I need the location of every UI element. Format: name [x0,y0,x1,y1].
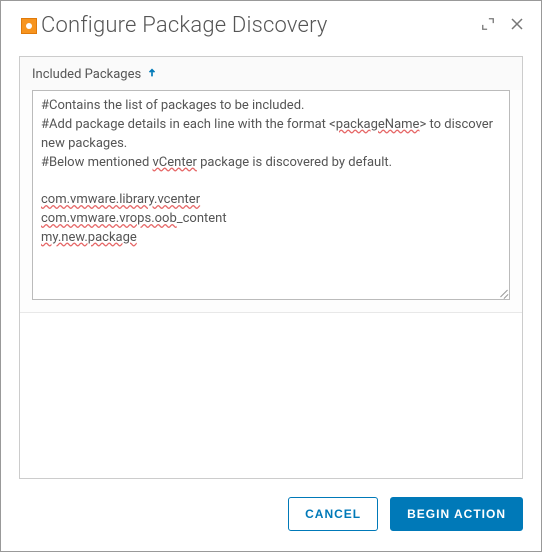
section-label: Included Packages [32,67,141,82]
packages-textarea[interactable]: #Contains the list of packages to be inc… [32,90,510,300]
configure-package-discovery-dialog: Configure Package Discovery Included Pac… [0,0,542,552]
begin-action-button[interactable]: Begin Action [390,497,523,531]
resize-handle-icon[interactable] [496,286,508,298]
sort-arrow-up-icon [147,67,157,82]
dialog-footer: Cancel Begin Action [1,479,541,551]
cancel-button[interactable]: Cancel [288,497,378,531]
included-packages-header[interactable]: Included Packages [20,57,522,90]
expand-icon[interactable] [481,16,495,35]
dialog-title: Configure Package Discovery [41,13,481,38]
package-icon [21,18,37,34]
results-panel [20,312,522,478]
dialog-header: Configure Package Discovery [1,1,541,46]
content-frame: Included Packages #Contains the list of … [19,56,523,479]
packages-content: #Contains the list of packages to be inc… [41,97,501,248]
close-icon[interactable] [509,16,525,36]
